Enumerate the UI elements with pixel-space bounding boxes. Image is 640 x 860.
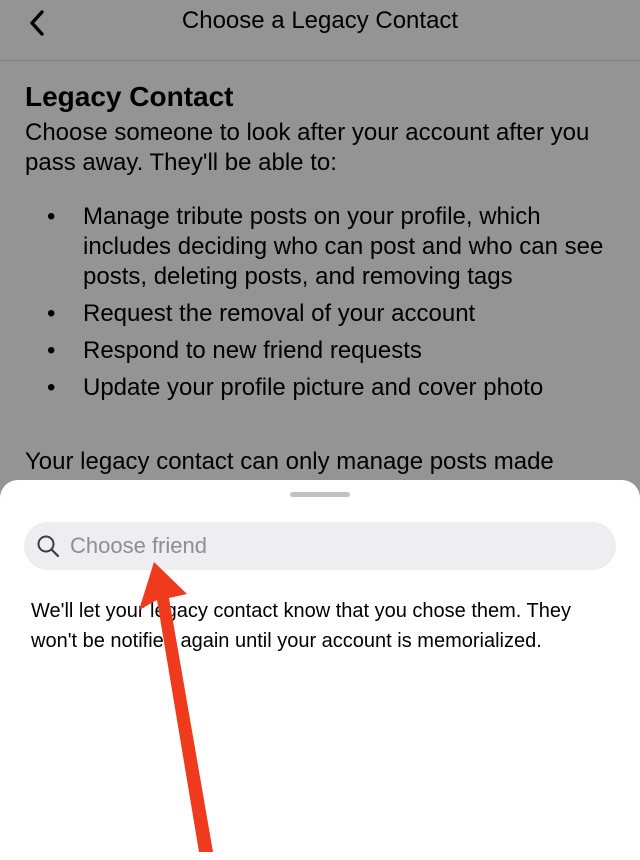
- bottom-sheet: We'll let your legacy contact know that …: [0, 480, 640, 860]
- search-field[interactable]: [24, 522, 616, 570]
- search-input[interactable]: [70, 522, 590, 570]
- notification-note: We'll let your legacy contact know that …: [31, 600, 572, 652]
- sheet-grabber-handle[interactable]: [290, 492, 350, 497]
- search-icon: [37, 535, 60, 558]
